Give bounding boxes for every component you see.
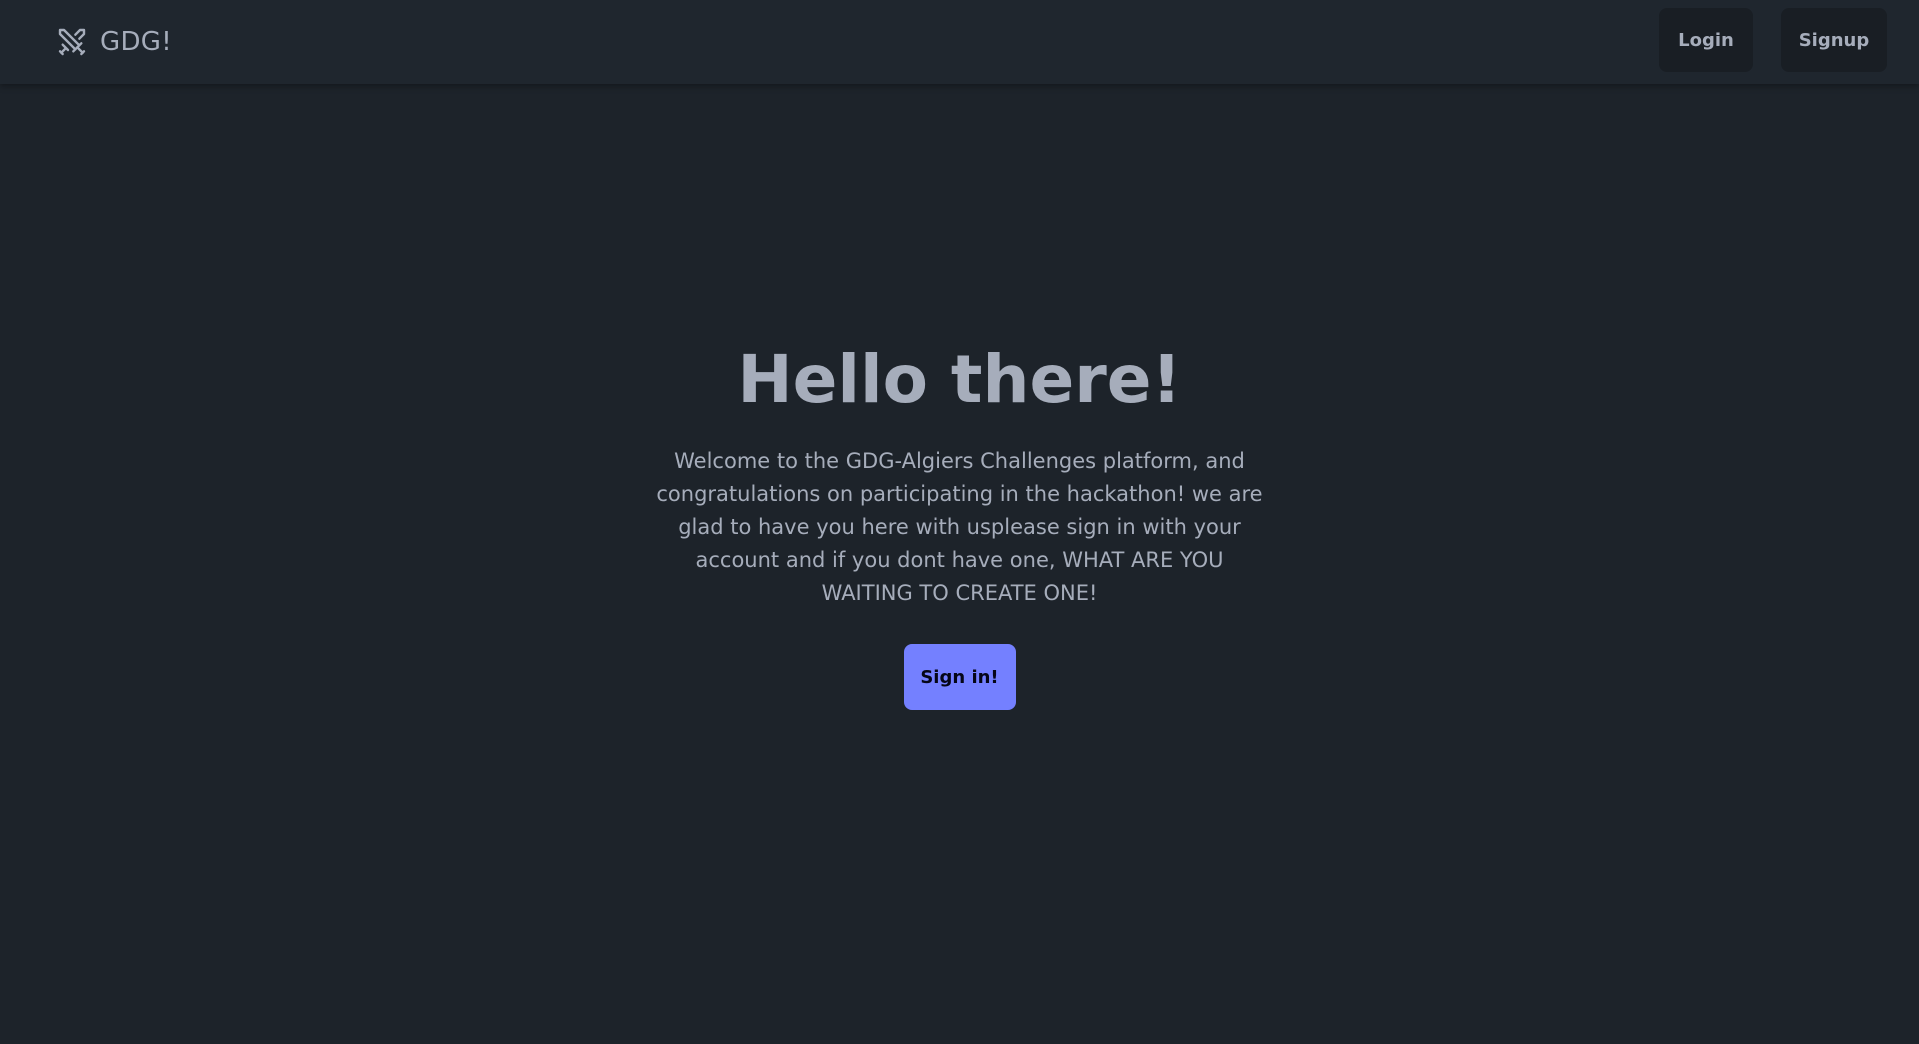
hero-description: Welcome to the GDG-Algiers Challenges pl… <box>656 449 1263 606</box>
login-button[interactable]: Login <box>1659 8 1753 72</box>
hero-section: Hello there! Welcome to the GDG-Algiers … <box>0 340 1919 711</box>
brand-text: GDG! <box>100 27 172 57</box>
sign-in-button[interactable]: Sign in! <box>903 644 1016 711</box>
hero-title: Hello there! <box>737 341 1182 418</box>
nav-actions: Login Signup <box>1659 8 1887 72</box>
brand-link[interactable]: GDG! <box>56 22 172 62</box>
navbar: GDG! Login Signup <box>0 0 1919 84</box>
signup-button[interactable]: Signup <box>1781 8 1887 72</box>
crossed-swords-icon <box>56 26 88 58</box>
